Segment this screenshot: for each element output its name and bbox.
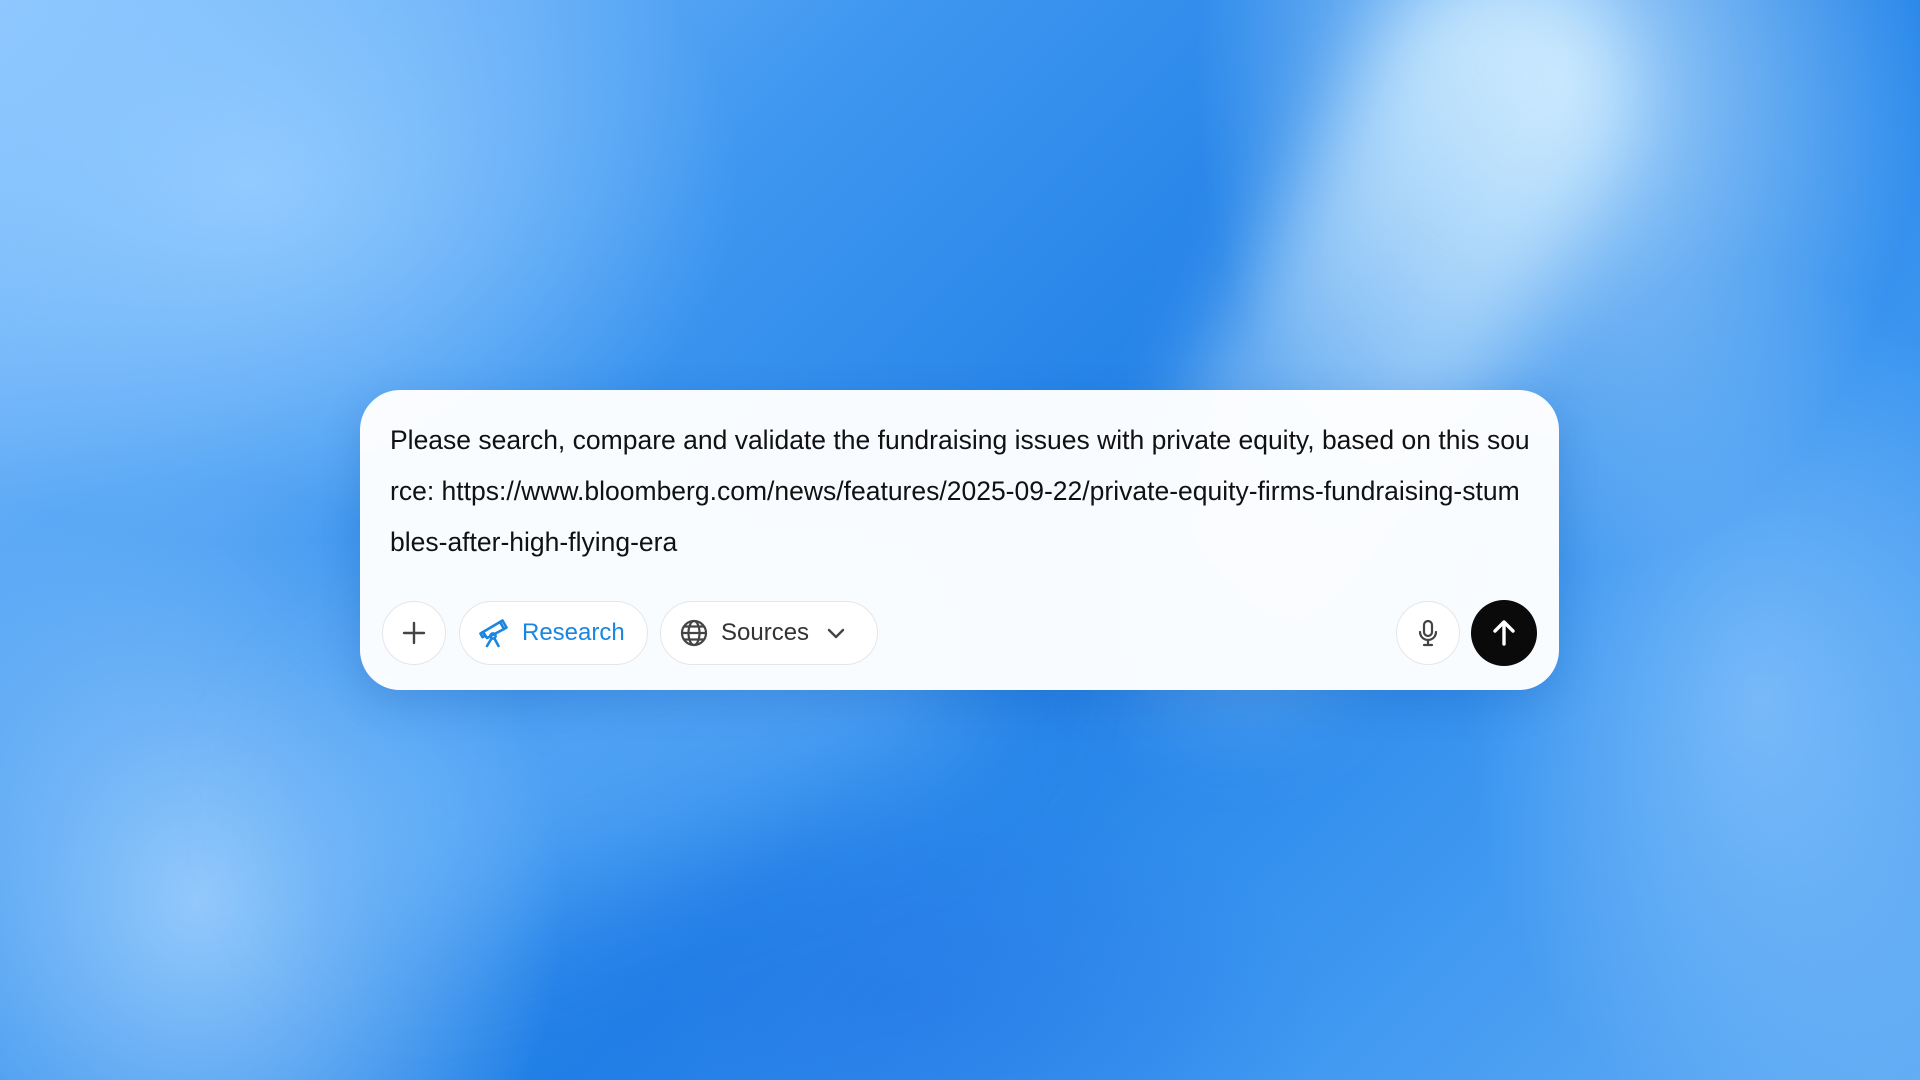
composer-toolbar: Research Sources	[382, 600, 1537, 667]
prompt-composer: Please search, compare and validate the …	[360, 390, 1559, 690]
voice-input-button[interactable]	[1396, 601, 1460, 665]
chevron-down-icon	[825, 622, 847, 644]
sources-dropdown[interactable]: Sources	[660, 601, 878, 665]
send-button[interactable]	[1471, 600, 1537, 666]
globe-icon	[679, 618, 709, 648]
microphone-icon	[1415, 619, 1441, 647]
plus-icon	[401, 620, 427, 646]
prompt-input[interactable]: Please search, compare and validate the …	[390, 415, 1530, 568]
sources-label: Sources	[721, 619, 810, 646]
arrow-up-icon	[1489, 618, 1519, 648]
research-button[interactable]: Research	[459, 601, 648, 665]
research-label: Research	[522, 619, 625, 646]
add-attachment-button[interactable]	[382, 601, 446, 665]
telescope-icon	[478, 617, 510, 649]
